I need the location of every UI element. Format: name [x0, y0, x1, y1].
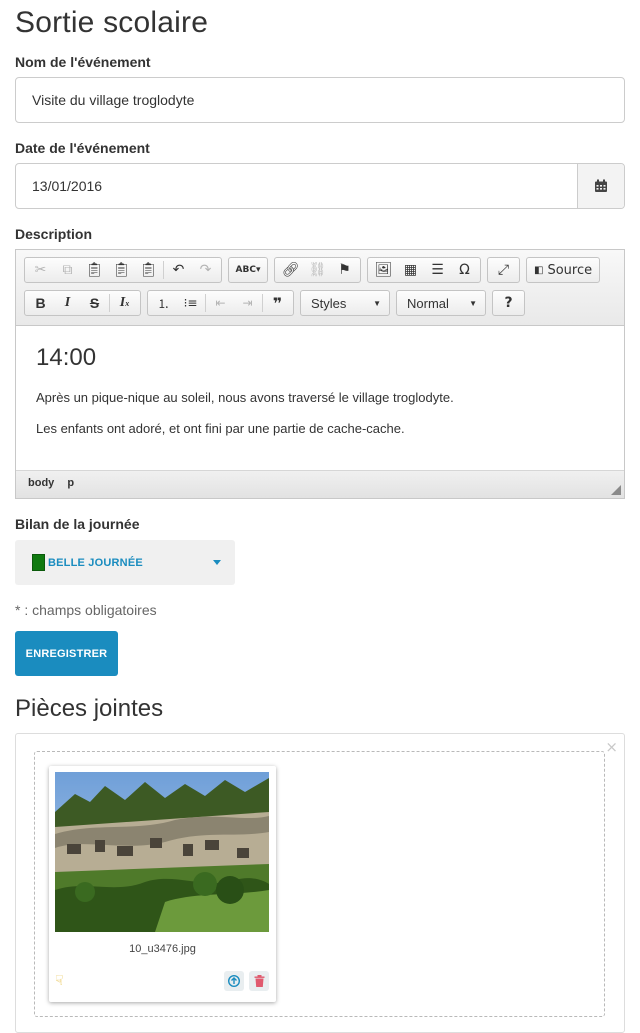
- special-char-icon[interactable]: Ω: [451, 259, 478, 281]
- day-summary-select[interactable]: BELLE JOURNÉE: [15, 540, 235, 585]
- bold-icon[interactable]: B: [27, 292, 54, 314]
- attachments-panel: × 10_u3476.jpg ☟: [15, 733, 625, 1033]
- horizontal-rule-icon[interactable]: ☰: [424, 259, 451, 281]
- spellcheck-icon[interactable]: ABC▾: [231, 259, 265, 281]
- image-icon[interactable]: 🖼︎: [370, 259, 397, 281]
- source-button-label: Source: [547, 262, 593, 278]
- content-paragraph: Les enfants ont adoré, et ont fini par u…: [36, 421, 405, 436]
- undo-icon[interactable]: ↶: [165, 259, 192, 281]
- content-paragraph: Après un pique-nique au soleil, nous avo…: [36, 390, 454, 405]
- editor-path-bar: body p: [16, 470, 624, 498]
- paste-word-icon[interactable]: 📋︎: [135, 259, 162, 281]
- resize-handle-icon[interactable]: [611, 485, 621, 495]
- content-heading: 14:00: [36, 344, 97, 371]
- format-dropdown[interactable]: Normal ▼: [396, 290, 486, 316]
- hand-pointer-icon[interactable]: ☟: [55, 972, 64, 989]
- chevron-down-icon: ▼: [469, 298, 477, 308]
- paste-icon[interactable]: 📋︎: [81, 259, 108, 281]
- day-summary-label: Bilan de la journée: [15, 516, 140, 532]
- cut-icon[interactable]: ✂: [27, 259, 54, 281]
- chevron-down-icon: ▼: [373, 298, 381, 308]
- paste-text-icon[interactable]: 📋︎: [108, 259, 135, 281]
- required-fields-note: * : champs obligatoires: [15, 602, 157, 618]
- indent-icon[interactable]: ⇥: [234, 292, 261, 314]
- description-label: Description: [15, 226, 93, 242]
- spellcheck-group: ABC▾: [228, 257, 268, 283]
- file-dropzone[interactable]: 10_u3476.jpg ☟: [34, 751, 605, 1017]
- anchor-icon[interactable]: ⚑: [331, 259, 358, 281]
- event-date-label: Date de l'événement: [15, 140, 150, 156]
- table-icon[interactable]: ▦: [397, 259, 424, 281]
- styles-dropdown-label: Styles: [311, 295, 347, 311]
- save-button[interactable]: ENREGISTRER: [15, 631, 118, 676]
- format-dropdown-label: Normal: [407, 295, 449, 311]
- source-group: ◧ Source: [526, 257, 601, 283]
- strike-icon[interactable]: S: [81, 292, 108, 314]
- download-button[interactable]: [224, 971, 244, 991]
- path-p[interactable]: p: [67, 477, 74, 489]
- remove-format-icon[interactable]: Ix: [111, 292, 138, 314]
- trash-icon: [254, 975, 264, 987]
- toolbar-separator: [262, 294, 263, 312]
- paragraph-group: ⒈ ⁝≡ ⇤ ⇥ ❞: [147, 290, 294, 316]
- status-color-swatch: [32, 554, 45, 571]
- italic-icon[interactable]: I: [54, 292, 81, 314]
- link-icon[interactable]: 🔗︎: [277, 259, 304, 281]
- numbered-list-icon[interactable]: ⒈: [150, 292, 177, 314]
- calendar-button[interactable]: [577, 164, 624, 208]
- source-button[interactable]: ◧ Source: [529, 259, 597, 281]
- toolbar-separator: [163, 261, 164, 279]
- calendar-icon: [595, 179, 607, 192]
- unlink-icon[interactable]: ⛓: [304, 259, 331, 281]
- toolbar-separator: [205, 294, 206, 312]
- blockquote-icon[interactable]: ❞: [264, 292, 291, 314]
- event-date-input[interactable]: 13/01/2016: [16, 164, 577, 208]
- event-name-label: Nom de l'événement: [15, 54, 151, 70]
- basic-style-group: B I S Ix: [24, 290, 141, 316]
- editor-toolbar: ✂ ⧉ 📋︎ 📋︎ 📋︎ ↶ ↷ ABC▾ 🔗︎ ⛓ ⚑ 🖼︎ ▦ ☰ Ω ⤢ …: [16, 250, 624, 326]
- outdent-icon[interactable]: ⇤: [207, 292, 234, 314]
- source-icon: ◧: [534, 264, 544, 276]
- close-icon[interactable]: ×: [605, 738, 618, 756]
- delete-button[interactable]: [249, 971, 269, 991]
- help-group: ?: [492, 290, 525, 316]
- event-name-input[interactable]: Visite du village troglodyte: [15, 77, 625, 123]
- event-date-field: 13/01/2016: [15, 163, 625, 209]
- rich-text-editor: ✂ ⧉ 📋︎ 📋︎ 📋︎ ↶ ↷ ABC▾ 🔗︎ ⛓ ⚑ 🖼︎ ▦ ☰ Ω ⤢ …: [15, 249, 625, 499]
- redo-icon[interactable]: ↷: [192, 259, 219, 281]
- toolbar-separator: [109, 294, 110, 312]
- bulleted-list-icon[interactable]: ⁝≡: [177, 292, 204, 314]
- clipboard-group: ✂ ⧉ 📋︎ 📋︎ 📋︎ ↶ ↷: [24, 257, 222, 283]
- caret-down-icon: [213, 560, 221, 565]
- attachment-card: 10_u3476.jpg ☟: [49, 766, 276, 1002]
- maximize-group: ⤢: [487, 257, 520, 283]
- village-photo: [55, 772, 269, 932]
- page-title: Sortie scolaire: [15, 6, 209, 39]
- insert-group: 🖼︎ ▦ ☰ Ω: [367, 257, 481, 283]
- arrow-up-circle-icon: [228, 975, 240, 987]
- editor-content[interactable]: 14:00 Après un pique-nique au soleil, no…: [16, 326, 624, 470]
- link-group: 🔗︎ ⛓ ⚑: [274, 257, 361, 283]
- copy-icon[interactable]: ⧉: [54, 259, 81, 281]
- styles-dropdown[interactable]: Styles ▼: [300, 290, 390, 316]
- attachment-filename: 10_u3476.jpg: [129, 943, 196, 955]
- path-body[interactable]: body: [28, 477, 54, 489]
- day-summary-value: BELLE JOURNÉE: [48, 556, 143, 569]
- maximize-icon[interactable]: ⤢: [490, 259, 517, 281]
- help-icon[interactable]: ?: [495, 292, 522, 314]
- attachment-thumbnail[interactable]: [55, 772, 269, 932]
- attachments-title: Pièces jointes: [15, 695, 164, 722]
